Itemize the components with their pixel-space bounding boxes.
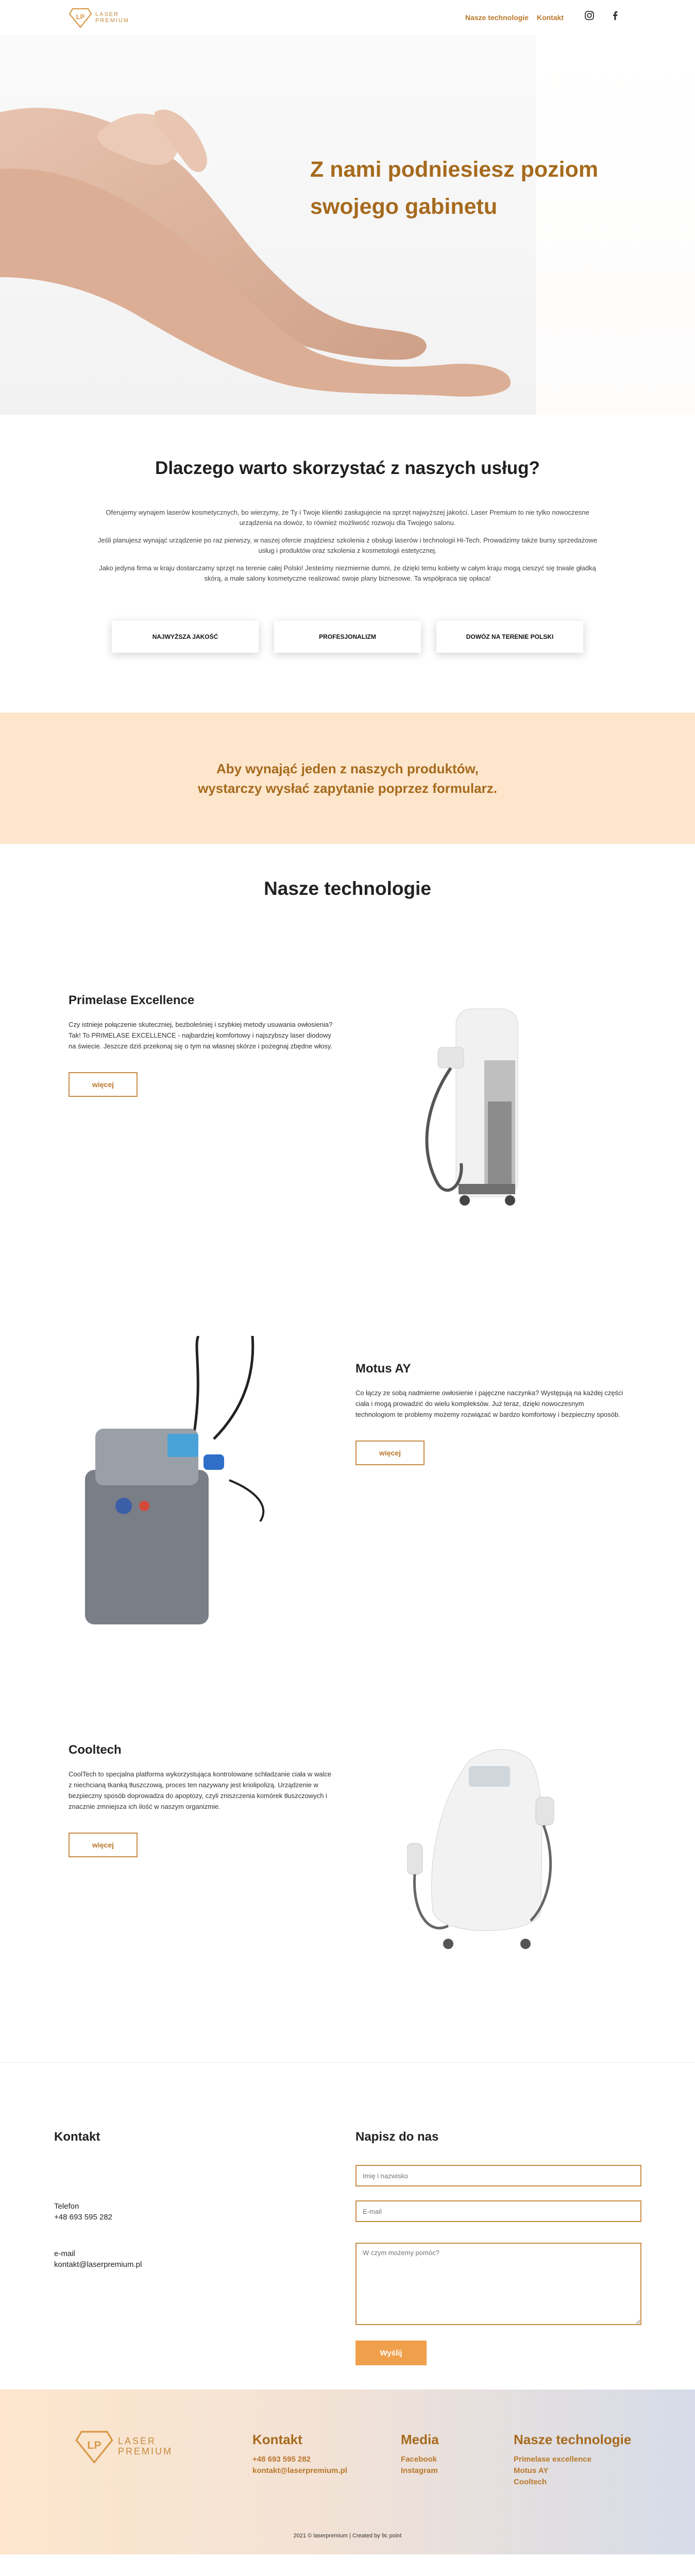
facebook-icon[interactable] [610,10,620,21]
tech-item-primelase: Primelase Excellence Czy istnieje połącz… [0,973,695,1336]
features-row: NAJWYŻSZA JAKOŚĆ PROFESJONALIZM DOWÓZ NA… [0,621,695,653]
email-label: e-mail [54,2249,75,2258]
why-paragraph-3: Jako jedyna firma w kraju dostarczamy sp… [99,564,596,582]
nav-technologies-link[interactable]: Nasze technologie [465,13,529,22]
feature-professionalism: PROFESJONALIZM [274,621,421,653]
nav-contact-link[interactable]: Kontakt [537,13,564,22]
footer-logo-icon: LP [75,2431,113,2464]
tech-name: Motus AY [355,1362,411,1376]
footer-cooltech-link[interactable]: Cooltech [514,2477,631,2488]
tech-description: Czy istnieje połączenie skuteczniej, bez… [69,1021,333,1050]
social-links [584,10,620,21]
why-heading: Dlaczego warto skorzystać z naszych usłu… [155,458,540,478]
hero-title-line1: Z nami podniesiesz poziom [310,157,599,182]
email-input[interactable] [355,2200,641,2222]
tech-item-cooltech: Cooltech CoolTech to specjalna platforma… [0,1699,695,2062]
hero-title: Z nami podniesiesz poziom swojego gabine… [310,151,660,225]
feature-delivery: DOWÓZ NA TERENIE POLSKI [436,621,583,653]
footer-motus-link[interactable]: Motus AY [514,2465,631,2477]
technologies-heading: Nasze technologie [264,878,431,899]
cooltech-device-image [407,1749,554,1949]
logo-line2: PREMIUM [95,18,129,24]
svg-text:LP: LP [87,2439,101,2451]
footer-logo-line2: PREMIUM [118,2446,173,2456]
contact-heading: Kontakt [54,2130,100,2144]
tech-item-motus: Motus AY Co łączy ze sobą nadmierne owło… [0,1336,695,1699]
logo-line1: LASER [95,11,120,18]
banner-line2: wystarczy wysłać zapytanie poprzez formu… [198,780,497,796]
footer-technologies-title: Nasze technologie [514,2432,632,2447]
copyright-text: 2021 © laserpremium | Created by 9c poin… [293,2533,402,2539]
why-section: Dlaczego warto skorzystać z naszych usłu… [0,415,695,684]
logo[interactable]: LP LASER PREMIUM [69,6,129,29]
motus-device-image [85,1336,265,1624]
more-button[interactable]: więcej [69,1072,138,1097]
send-button[interactable]: Wyślij [355,2341,427,2365]
feature-quality: NAJWYŻSZA JAKOŚĆ [112,621,259,653]
footer-primelase-link[interactable]: Primelase excellence [514,2454,631,2465]
footer-contact-column: Kontakt +48 693 595 282 kontakt@laserpre… [252,2432,347,2477]
main-nav: Nasze technologie Kontakt [465,13,564,22]
footer-contact-title: Kontakt [252,2432,302,2447]
footer-logo-line1: LASER [118,2436,157,2446]
footer-phone[interactable]: +48 693 595 282 [252,2454,347,2465]
tech-description: CoolTech to specjalna platforma wykorzys… [69,1770,332,1810]
footer-logo[interactable]: LP LASER PREMIUM [75,2427,173,2466]
contact-form: Napisz do nas Wyślij [355,2130,641,2365]
tech-description: Co łączy ze sobą nadmierne owłosienie i … [355,1389,623,1418]
logo-icon: LP [69,8,92,28]
instagram-icon[interactable] [584,10,595,21]
why-paragraph-1: Oferujemy wynajem laserów kosmetycznych,… [106,509,589,527]
phone-label: Telefon [54,2202,79,2211]
why-paragraph-2: Jeśli planujesz wynająć urządzenie po ra… [97,536,598,554]
hero-section: Z nami podniesiesz poziom swojego gabine… [0,35,695,415]
footer-media-column: Media Facebook Instagram [401,2432,439,2477]
primelase-device-image [425,1008,518,1206]
more-button[interactable]: więcej [355,1440,425,1465]
cta-banner: Aby wynająć jeden z naszych produktów, w… [0,713,695,844]
footer-technologies-column: Nasze technologie Primelase excellence M… [514,2432,631,2488]
tech-name: Cooltech [69,1743,122,1757]
footer-email[interactable]: kontakt@laserpremium.pl [252,2465,347,2477]
email-value[interactable]: kontakt@laserpremium.pl [54,2259,142,2270]
more-button[interactable]: więcej [69,1833,138,1857]
site-footer: LP LASER PREMIUM Kontakt +48 693 595 282… [0,2389,695,2554]
site-header: LP LASER PREMIUM Nasze technologie Konta… [0,0,695,35]
svg-text:LP: LP [76,13,85,21]
banner-line1: Aby wynająć jeden z naszych produktów, [216,760,479,776]
name-input[interactable] [355,2165,641,2187]
hero-title-line2: swojego gabinetu [310,194,498,219]
form-heading: Napisz do nas [355,2130,439,2144]
tech-name: Primelase Excellence [69,993,195,1007]
phone-value[interactable]: +48 693 595 282 [54,2212,142,2223]
footer-instagram-link[interactable]: Instagram [401,2465,439,2477]
message-textarea[interactable] [355,2243,641,2325]
contact-section: Kontakt Telefon +48 693 595 282 e-mail k… [0,2062,695,2389]
footer-media-title: Media [401,2432,439,2447]
footer-facebook-link[interactable]: Facebook [401,2454,439,2465]
